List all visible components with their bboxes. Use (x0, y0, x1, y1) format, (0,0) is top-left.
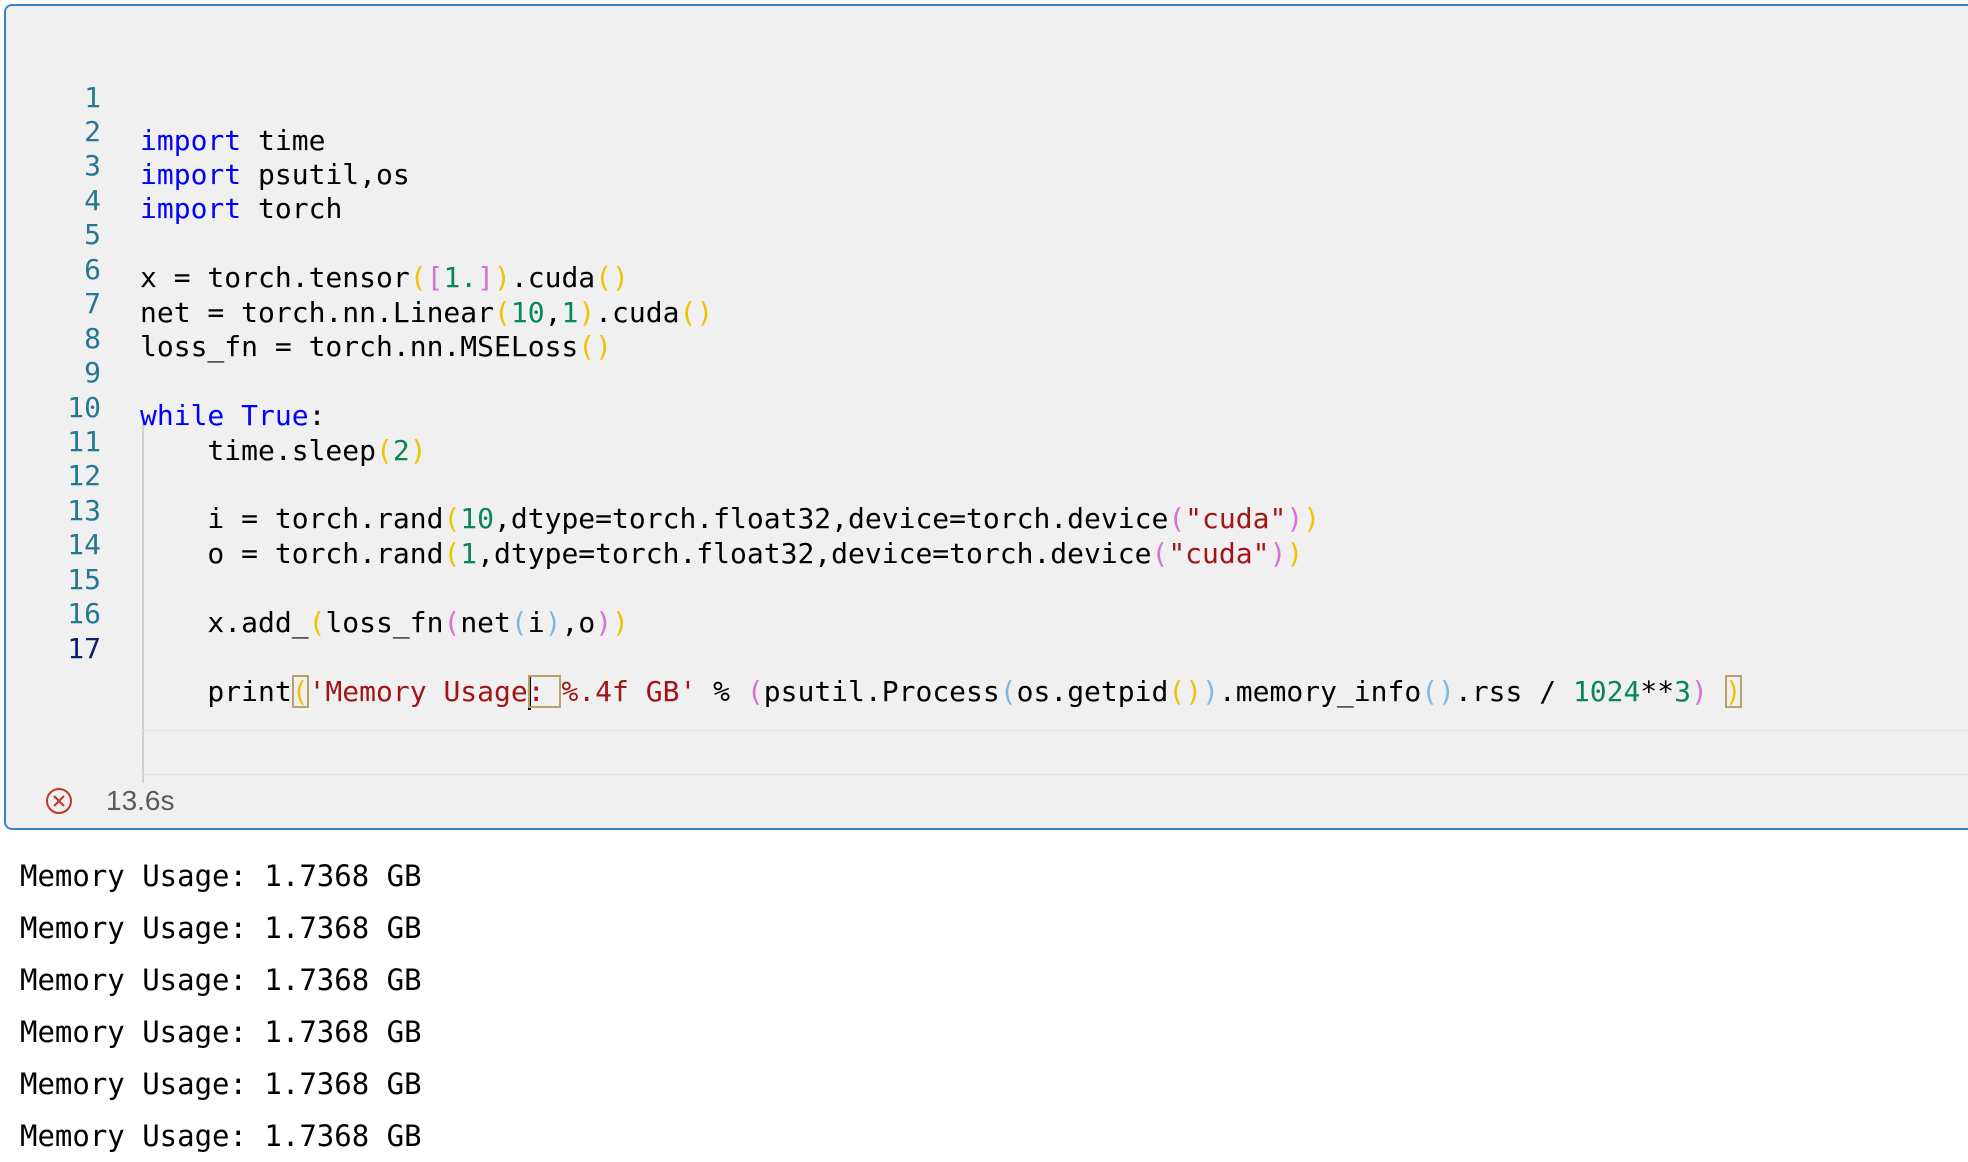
keyword: while (140, 399, 225, 432)
bracket: ) (1286, 537, 1304, 570)
cell-status-bar: 13.6s (6, 774, 1968, 830)
bracket: ) (1690, 675, 1708, 708)
bracket: ( (308, 606, 326, 639)
bracket: ) (1724, 675, 1742, 708)
code-text: .memory_info (1218, 675, 1422, 708)
code-text: % (696, 675, 747, 708)
bracket: () (1168, 675, 1203, 708)
bracket: () (595, 261, 629, 294)
current-line-highlight (142, 730, 1968, 775)
code-text: : (308, 399, 326, 432)
output-line: Memory Usage: 1.7368 GB (20, 963, 422, 997)
code-text: torch (241, 192, 343, 225)
code-text: loss_fn = torch.nn.MSELoss (140, 330, 579, 363)
bracket: ) (1303, 502, 1321, 535)
bracket: ) (409, 434, 427, 467)
number-literal: 2 (392, 434, 410, 467)
bracket: ] (477, 261, 495, 294)
code-line[interactable]: 17 print('Memory Usage: %.4f GB' % (psut… (6, 584, 1742, 710)
code-text: ,dtype=torch.float32,device=torch.device (477, 537, 1152, 570)
output-line: Memory Usage: 1.7368 GB (20, 911, 422, 945)
code-text: x = torch.tensor (140, 261, 410, 294)
bracket: [ (426, 261, 444, 294)
bracket: ( (291, 675, 309, 708)
output-line: Memory Usage: 1.7368 GB (20, 1119, 422, 1153)
string-literal: 'Memory Usage (308, 675, 528, 708)
bracket: () (1421, 675, 1455, 708)
code-text: i (527, 606, 545, 639)
keyword: True (241, 399, 309, 432)
bracket: ( (999, 675, 1017, 708)
code-text: time.sleep (140, 434, 377, 467)
code-cell[interactable]: 1 import time 2 import psutil,os 3 impor… (4, 4, 1968, 830)
number-literal: 1. (443, 261, 478, 294)
string-literal: "cuda" (1168, 537, 1270, 570)
code-text: ** (1640, 675, 1675, 708)
bracket: ( (1151, 537, 1169, 570)
number-literal: 3 (1674, 675, 1691, 708)
bracket: ( (746, 675, 764, 708)
code-text: x.add_ (140, 606, 309, 639)
bracket: ) (494, 261, 511, 294)
line-number: 17 (67, 632, 101, 665)
code-text: psutil.Process (763, 675, 1000, 708)
code-text: ,o (561, 606, 596, 639)
code-text: o = torch.rand (140, 537, 444, 570)
keyword: import (140, 192, 242, 225)
bracket: ( (443, 537, 461, 570)
bracket: () (578, 330, 613, 363)
number-literal: 10 (460, 502, 495, 535)
bracket: ( (510, 606, 528, 639)
bracket: ) (1269, 537, 1287, 570)
execution-time: 13.6s (106, 785, 175, 816)
bracket: () (679, 296, 714, 329)
bracket: ( (443, 502, 461, 535)
code-text: .rss / (1454, 675, 1573, 708)
bracket: ) (595, 606, 613, 639)
code-text: i = torch.rand (140, 502, 444, 535)
cell-output: Memory Usage: 1.7368 GB Memory Usage: 1.… (20, 850, 422, 1162)
output-line: Memory Usage: 1.7368 GB (20, 1015, 422, 1049)
code-text: loss_fn (325, 606, 444, 639)
bracket: ( (1168, 502, 1186, 535)
bracket: ( (409, 261, 427, 294)
bracket: ( (443, 606, 461, 639)
error-circle-icon[interactable] (44, 786, 74, 816)
bracket: ) (1286, 502, 1304, 535)
bracket: ) (1202, 675, 1219, 708)
bracket: ) (612, 606, 629, 639)
string-literal: : (527, 675, 562, 708)
number-literal: 1 (460, 537, 478, 570)
output-line: Memory Usage: 1.7368 GB (20, 1067, 422, 1101)
output-line: Memory Usage: 1.7368 GB (20, 859, 422, 893)
string-literal: "cuda" (1185, 502, 1287, 535)
code-text: os.getpid (1016, 675, 1169, 708)
bracket: ( (376, 434, 393, 467)
code-text: ,dtype=torch.float32,device=torch.device (494, 502, 1169, 535)
number-literal: 1024 (1572, 675, 1641, 708)
code-text: net (460, 606, 511, 639)
string-literal: %.4f GB' (561, 675, 697, 708)
bracket: ) (544, 606, 562, 639)
code-text: print (140, 675, 292, 708)
code-text: .cuda (510, 261, 596, 294)
